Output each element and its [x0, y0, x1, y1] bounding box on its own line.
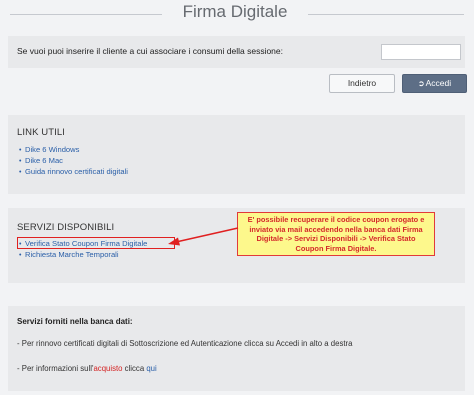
- list-item: • Guida rinnovo certificati digitali: [19, 166, 128, 177]
- link-here[interactable]: qui: [146, 364, 156, 373]
- annotation-callout: E' possibile recuperare il codice coupon…: [237, 212, 435, 256]
- title-divider-right: [308, 14, 464, 15]
- sign-in-icon: ➲: [417, 79, 425, 88]
- services-heading: SERVIZI DISPONIBILI: [17, 222, 115, 233]
- list-item: • Richiesta Marche Temporali: [19, 249, 147, 260]
- useful-links-panel: LINK UTILI • Dike 6 Windows • Dike 6 Mac •…: [8, 115, 465, 194]
- info-purchase-line: - Per informazioni sull'acquisto clicca …: [17, 364, 157, 373]
- login-button-label: Accedi: [425, 78, 452, 88]
- info-purchase-middle: clicca: [122, 364, 147, 373]
- link-dike-windows[interactable]: Dike 6 Windows: [25, 145, 79, 154]
- back-button[interactable]: Indietro: [329, 74, 395, 93]
- useful-links-list: • Dike 6 Windows • Dike 6 Mac • Guida rinno…: [19, 144, 128, 177]
- useful-links-heading: LINK UTILI: [17, 127, 65, 138]
- link-purchase[interactable]: acquisto: [93, 364, 122, 373]
- database-services-panel: Servizi forniti nella banca dati: - Per …: [8, 306, 465, 391]
- client-input[interactable]: [381, 44, 461, 60]
- info-heading: Servizi forniti nella banca dati:: [17, 317, 133, 326]
- list-item: • Dike 6 Windows: [19, 144, 128, 155]
- info-purchase-prefix: - Per informazioni sull': [17, 364, 94, 373]
- login-button[interactable]: ➲Accedi: [402, 74, 467, 93]
- annotation-highlight-box: [17, 237, 175, 249]
- info-renewal-line: - Per rinnovo certificati digitali di So…: [17, 339, 353, 348]
- page-title: Firma Digitale: [182, 2, 288, 21]
- link-dike-mac[interactable]: Dike 6 Mac: [25, 156, 63, 165]
- client-prompt: Se vuoi puoi inserire il cliente a cui a…: [17, 46, 283, 56]
- list-item: • Dike 6 Mac: [19, 155, 128, 166]
- link-timestamp-request[interactable]: Richiesta Marche Temporali: [25, 250, 119, 259]
- client-panel: Se vuoi puoi inserire il cliente a cui a…: [8, 36, 465, 68]
- link-renewal-guide[interactable]: Guida rinnovo certificati digitali: [25, 167, 128, 176]
- page-header: Firma Digitale: [0, 0, 474, 34]
- title-divider-left: [10, 14, 162, 15]
